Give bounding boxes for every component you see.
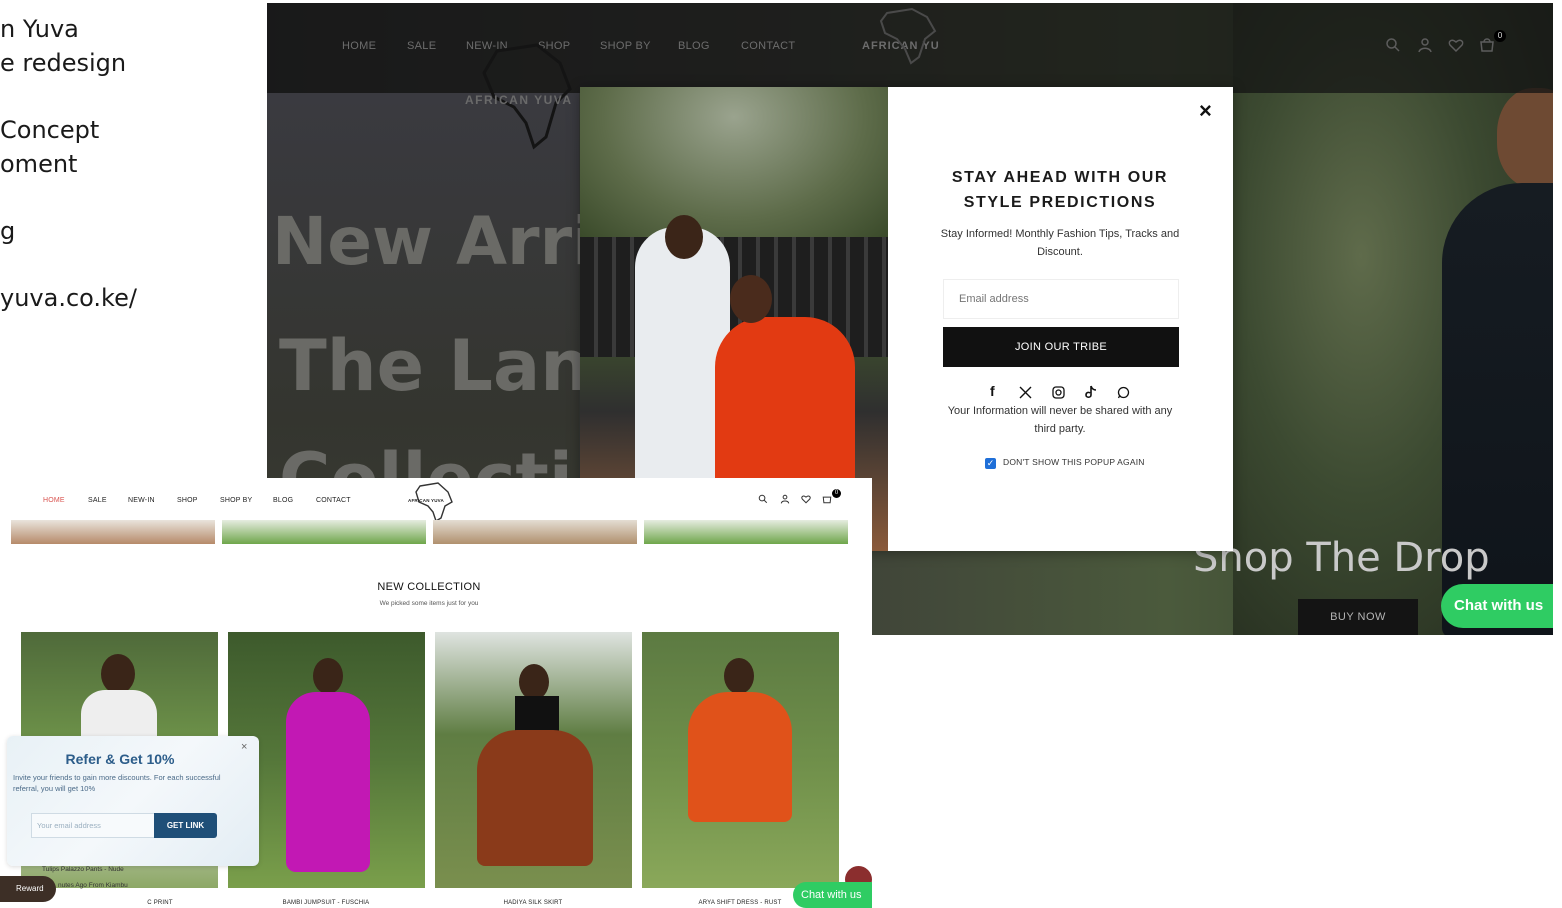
popup-title-line-1: STAY AHEAD WITH OUR: [951, 169, 1169, 186]
category-strip-4[interactable]: [644, 520, 848, 544]
small-nav-new-in[interactable]: NEW-IN: [128, 497, 155, 504]
logo-large-text: AFRICAN YUVA: [465, 93, 573, 107]
small-cart-icon[interactable]: [822, 494, 832, 504]
small-chat-button[interactable]: Chat with us: [793, 882, 872, 908]
product-4-model-head: [724, 658, 754, 694]
email-field[interactable]: [943, 279, 1179, 319]
chat-with-us-button[interactable]: Chat with us: [1441, 584, 1553, 628]
product-1-model-head: [101, 654, 135, 694]
join-tribe-button[interactable]: JOIN OUR TRIBE: [943, 327, 1179, 367]
cart-icon[interactable]: [1479, 37, 1495, 53]
product-3-label[interactable]: HADIYA SILK SKIRT: [433, 900, 633, 906]
secondary-screenshot: HOME SALE NEW-IN SHOP SHOP BY BLOG CONTA…: [0, 478, 872, 908]
product-3-model-top: [515, 696, 559, 732]
user-icon[interactable]: [1417, 37, 1433, 53]
small-nav-shop[interactable]: SHOP: [177, 497, 198, 504]
reward-label: Reward: [16, 884, 44, 893]
shop-drop-heading: Shop The Drop: [1193, 535, 1490, 581]
hero-heading-2: The Lan: [279, 325, 591, 407]
refer-description: Invite your friends to gain more discoun…: [13, 773, 221, 793]
buy-now-button[interactable]: BUY NOW: [1298, 599, 1418, 635]
search-icon[interactable]: [1385, 37, 1401, 53]
x-icon[interactable]: [1019, 386, 1032, 399]
caption-line-5: g: [0, 217, 16, 245]
category-strip-1[interactable]: [11, 520, 215, 544]
nav-blog[interactable]: BLOG: [678, 40, 710, 52]
small-nav-blog[interactable]: BLOG: [273, 497, 293, 504]
caption-line-3: Concept: [0, 116, 100, 144]
refer-close-icon[interactable]: ×: [241, 741, 247, 753]
product-3-model-head: [519, 664, 549, 700]
small-nav-home[interactable]: HOME: [43, 497, 65, 504]
nav-sale[interactable]: SALE: [407, 40, 436, 52]
caption-line-1: n Yuva: [0, 15, 79, 43]
recent-purchase-item: Tulips Palazzo Pants - Nude: [42, 866, 124, 873]
tiktok-icon[interactable]: [1084, 385, 1097, 399]
small-search-icon[interactable]: [758, 494, 768, 504]
popup-title: STAY AHEAD WITH OUR STYLE PREDICTIONS: [920, 165, 1200, 215]
small-nav-sale[interactable]: SALE: [88, 497, 107, 504]
refer-email-input[interactable]: Your email address: [31, 813, 155, 838]
nav-home[interactable]: HOME: [342, 40, 376, 52]
small-nav-shop-by[interactable]: SHOP BY: [220, 497, 252, 504]
popup-title-line-2: STYLE PREDICTIONS: [963, 194, 1157, 211]
product-1-model-top: [81, 690, 157, 740]
category-strip-2[interactable]: [222, 520, 426, 544]
product-card-4[interactable]: [642, 632, 839, 888]
new-collection-title: NEW COLLECTION: [377, 581, 481, 593]
small-user-icon[interactable]: [780, 494, 790, 504]
popup-subtitle: Stay Informed! Monthly Fashion Tips, Tra…: [940, 228, 1180, 258]
product-2-label[interactable]: BAMBI JUMPSUIT - FUSCHIA: [226, 900, 426, 906]
africa-logo-icon: [879, 7, 937, 65]
recent-purchase-location: nutes Ago From Kiambu: [58, 882, 128, 889]
nav-shop-by[interactable]: SHOP BY: [600, 40, 651, 52]
small-cart-count-badge: 0: [832, 489, 841, 498]
hero-model-head: [1497, 88, 1553, 188]
heart-icon[interactable]: [1448, 37, 1464, 53]
small-logo-text: AFRICAN YUVA: [408, 498, 444, 503]
product-2-model-jumpsuit: [286, 692, 370, 872]
product-4-model-dress: [688, 692, 792, 822]
caption-line-2: e redesign: [0, 49, 127, 77]
reward-button[interactable]: Reward: [0, 876, 56, 902]
caption-line-4: oment: [0, 150, 78, 178]
whatsapp-icon[interactable]: [1117, 386, 1130, 399]
photo-tree: [580, 87, 888, 237]
product-3-model-skirt: [477, 730, 593, 866]
instagram-icon[interactable]: [1052, 386, 1065, 399]
dont-show-checkbox[interactable]: ✓: [985, 458, 996, 469]
cart-count-badge: 0: [1494, 30, 1506, 42]
caption-line-6: yuva.co.ke/: [0, 284, 137, 312]
small-nav-contact[interactable]: CONTACT: [316, 497, 351, 504]
photo-model-white-head: [665, 215, 703, 259]
category-strip-3[interactable]: [433, 520, 637, 544]
top-navigation: HOME SALE NEW-IN SHOP SHOP BY BLOG CONTA…: [267, 3, 1553, 150]
product-2-model-head: [313, 658, 343, 694]
dont-show-label: DON'T SHOW THIS POPUP AGAIN: [1003, 457, 1145, 467]
refer-title: Refer & Get 10%: [65, 751, 175, 767]
product-card-3[interactable]: [435, 632, 632, 888]
small-heart-icon[interactable]: [801, 494, 811, 504]
photo-model-red-head: [730, 275, 772, 323]
product-1-label[interactable]: C PRINT: [95, 900, 225, 906]
nav-contact[interactable]: CONTACT: [741, 40, 795, 52]
facebook-icon[interactable]: f: [990, 383, 995, 399]
refer-popup: Refer & Get 10% × Invite your friends to…: [7, 736, 259, 866]
new-collection-subtitle: We picked some items just for you: [379, 600, 479, 607]
hero-heading-1: New Arri: [272, 203, 595, 280]
popup-close-icon[interactable]: ×: [1199, 98, 1212, 124]
get-link-button[interactable]: GET LINK: [154, 813, 217, 838]
privacy-note: Your Information will never be shared wi…: [947, 405, 1173, 435]
